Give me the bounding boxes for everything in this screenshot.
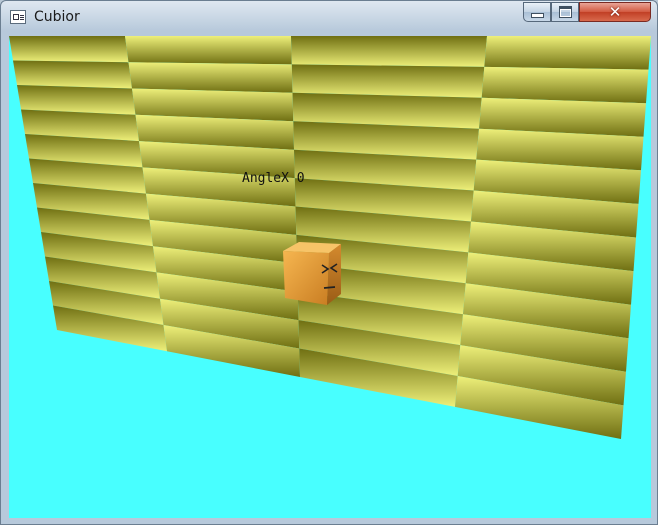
game-scene	[9, 36, 651, 518]
minimize-button[interactable]	[523, 2, 551, 22]
window-title: Cubior	[34, 9, 80, 25]
maximize-button[interactable]	[551, 2, 579, 22]
wall-tile	[9, 36, 129, 63]
wall-tile	[484, 36, 651, 70]
minimize-icon	[530, 12, 544, 18]
close-icon: ✕	[608, 3, 622, 21]
wall-tile	[291, 64, 485, 98]
wall-tile	[481, 66, 649, 104]
close-button[interactable]: ✕	[579, 2, 651, 22]
angle-readout: AngleX 0	[242, 171, 305, 186]
app-window: Cubior ✕ AngleX 0	[0, 0, 658, 525]
title-bar[interactable]: Cubior ✕	[1, 1, 657, 35]
wall-tile	[128, 62, 293, 93]
wall-tile	[13, 60, 132, 89]
game-viewport[interactable]: AngleX 0	[9, 36, 651, 518]
wall-tile	[125, 36, 292, 65]
wall-tile	[291, 36, 487, 67]
app-icon	[10, 10, 26, 24]
player-cube	[283, 242, 341, 305]
maximize-icon	[558, 6, 572, 18]
